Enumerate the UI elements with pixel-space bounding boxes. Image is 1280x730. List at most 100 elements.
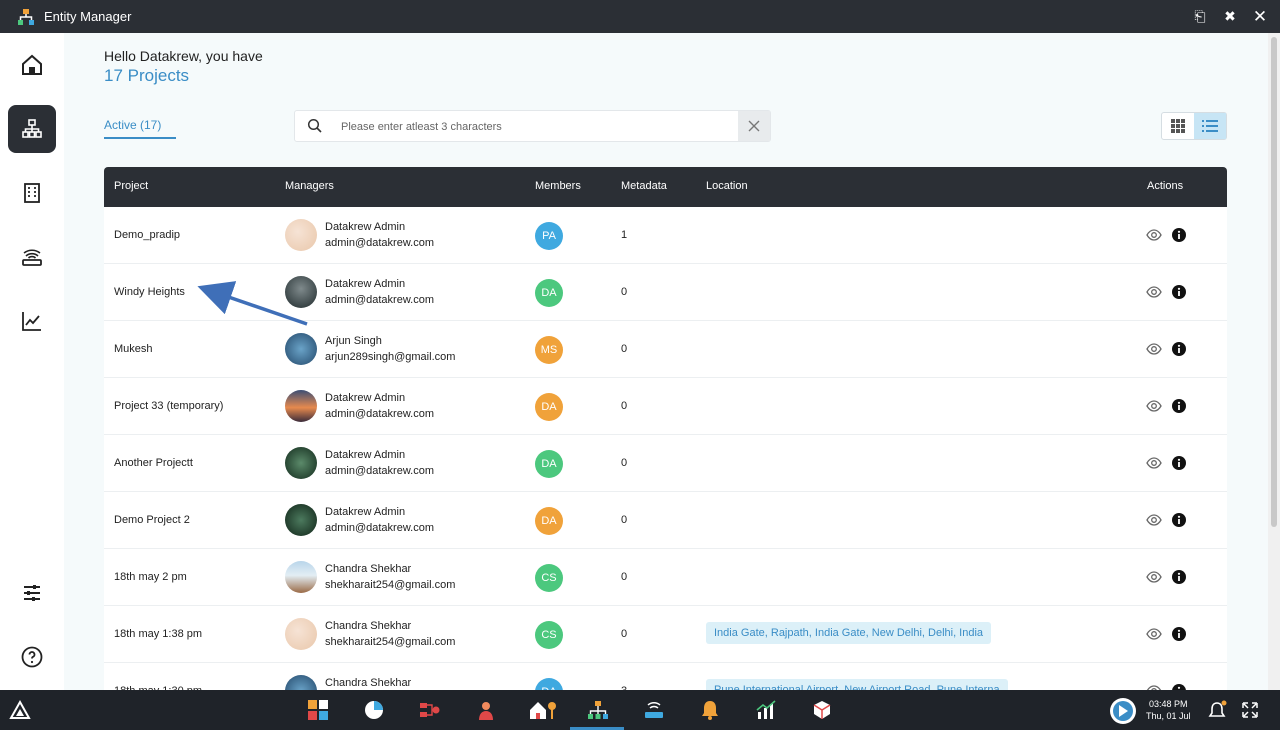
- col-managers[interactable]: Managers: [285, 180, 334, 192]
- info-icon[interactable]: [1172, 342, 1186, 356]
- info-icon[interactable]: [1172, 456, 1186, 470]
- manager-email: shekharait254@gmail.com: [325, 636, 456, 648]
- grid-view-button[interactable]: [1162, 113, 1194, 139]
- main-content: Hello Datakrew, you have 17 Projects Act…: [64, 33, 1268, 690]
- col-metadata[interactable]: Metadata: [621, 180, 667, 192]
- table-row[interactable]: Windy Heights Datakrew Admin admin@datak…: [104, 264, 1227, 321]
- project-name[interactable]: 18th may 1:38 pm: [114, 628, 202, 640]
- feedback-icon[interactable]: ⎗: [1192, 8, 1208, 25]
- avatar: [285, 276, 317, 308]
- dashboard-app-icon[interactable]: [307, 699, 329, 721]
- view-eye-icon[interactable]: [1146, 342, 1162, 356]
- settings-sliders-icon[interactable]: [8, 569, 56, 617]
- manager-name: Chandra Shekhar: [325, 620, 412, 632]
- member-badge[interactable]: PA: [535, 222, 563, 250]
- project-name[interactable]: Another Projectt: [114, 457, 193, 469]
- user-app-icon[interactable]: [475, 699, 497, 721]
- member-badge[interactable]: DA: [535, 279, 563, 307]
- info-icon[interactable]: [1172, 513, 1186, 527]
- col-project[interactable]: Project: [114, 180, 148, 192]
- entity-manager-app-icon[interactable]: [587, 699, 609, 721]
- table-row[interactable]: Demo_pradip Datakrew Admin admin@datakre…: [104, 207, 1227, 264]
- location-tag[interactable]: India Gate, Rajpath, India Gate, New Del…: [706, 622, 992, 644]
- project-name[interactable]: Demo_pradip: [114, 229, 180, 241]
- manager-name: Datakrew Admin: [325, 449, 406, 461]
- member-badge[interactable]: DA: [535, 507, 563, 535]
- taskbar-clock[interactable]: 03:48 PM Thu, 01 Jul: [1146, 698, 1191, 722]
- member-badge[interactable]: CS: [535, 621, 563, 649]
- window-title: Entity Manager: [44, 9, 132, 24]
- grid-icon: [1171, 119, 1185, 133]
- clock-time: 03:48 PM: [1149, 699, 1188, 709]
- project-name[interactable]: 18th may 2 pm: [114, 571, 187, 583]
- col-members[interactable]: Members: [535, 180, 581, 192]
- view-eye-icon[interactable]: [1146, 627, 1162, 641]
- avatar: [285, 675, 317, 690]
- project-name[interactable]: Mukesh: [114, 343, 153, 355]
- project-name[interactable]: Project 33 (temporary): [114, 400, 223, 412]
- help-icon[interactable]: [8, 633, 56, 681]
- table-row[interactable]: 18th may 1:30 pm Chandra Shekhar DA 3 Pu…: [104, 663, 1227, 690]
- cube-app-icon[interactable]: [811, 699, 833, 721]
- reports-app-icon[interactable]: [755, 699, 777, 721]
- alerts-app-icon[interactable]: [699, 699, 721, 721]
- view-eye-icon[interactable]: [1146, 513, 1162, 527]
- clear-search-button[interactable]: [738, 111, 770, 141]
- table-row[interactable]: Another Projectt Datakrew Admin admin@da…: [104, 435, 1227, 492]
- entity-manager-nav-icon[interactable]: [8, 105, 56, 153]
- project-count: 17 Projects: [104, 66, 190, 85]
- minimize-icon[interactable]: ✖: [1222, 8, 1238, 25]
- scrollbar-thumb[interactable]: [1271, 37, 1277, 527]
- view-eye-icon[interactable]: [1146, 228, 1162, 242]
- view-eye-icon[interactable]: [1146, 456, 1162, 470]
- table-row[interactable]: Project 33 (temporary) Datakrew Admin ad…: [104, 378, 1227, 435]
- project-name[interactable]: Windy Heights: [114, 286, 185, 298]
- taskbar: 03:48 PM Thu, 01 Jul: [0, 690, 1280, 730]
- table-row[interactable]: 18th may 1:38 pm Chandra Shekhar shekhar…: [104, 606, 1227, 663]
- pie-chart-app-icon[interactable]: [363, 699, 385, 721]
- fullscreen-icon[interactable]: [1241, 699, 1259, 721]
- location-tag[interactable]: Pune International Airport, New Airport …: [706, 679, 1008, 690]
- table-row[interactable]: Demo Project 2 Datakrew Admin admin@data…: [104, 492, 1227, 549]
- info-icon[interactable]: [1172, 285, 1186, 299]
- tab-active[interactable]: Active (17): [104, 118, 161, 132]
- member-badge[interactable]: DA: [535, 678, 563, 690]
- greeting-text: Hello Datakrew, you have: [104, 48, 263, 64]
- launcher-icon[interactable]: [9, 699, 31, 721]
- col-location[interactable]: Location: [706, 180, 748, 192]
- building-icon[interactable]: [8, 169, 56, 217]
- member-badge[interactable]: DA: [535, 393, 563, 421]
- table-row[interactable]: 18th may 2 pm Chandra Shekhar shekharait…: [104, 549, 1227, 606]
- view-eye-icon[interactable]: [1146, 285, 1162, 299]
- notification-bell-icon[interactable]: [1208, 699, 1228, 721]
- metadata-count: 1: [621, 229, 628, 241]
- home-key-app-icon[interactable]: [528, 699, 558, 721]
- info-icon[interactable]: [1172, 399, 1186, 413]
- assistant-icon[interactable]: [1108, 696, 1138, 726]
- avatar: [285, 219, 317, 251]
- info-icon[interactable]: [1172, 228, 1186, 242]
- search-input[interactable]: [341, 117, 721, 137]
- manager-email: admin@datakrew.com: [325, 522, 434, 534]
- projects-table: Project Managers Members Metadata Locati…: [104, 167, 1227, 690]
- avatar: [285, 561, 317, 593]
- analytics-icon[interactable]: [8, 297, 56, 345]
- home-icon[interactable]: [8, 41, 56, 89]
- router-app-icon[interactable]: [643, 699, 665, 721]
- list-view-button[interactable]: [1194, 113, 1226, 139]
- info-icon[interactable]: [1172, 570, 1186, 584]
- view-eye-icon[interactable]: [1146, 399, 1162, 413]
- scrollbar[interactable]: [1268, 33, 1280, 690]
- table-row[interactable]: Mukesh Arjun Singh arjun289singh@gmail.c…: [104, 321, 1227, 378]
- router-icon[interactable]: [8, 233, 56, 281]
- member-badge[interactable]: DA: [535, 450, 563, 478]
- project-name[interactable]: Demo Project 2: [114, 514, 190, 526]
- member-badge[interactable]: MS: [535, 336, 563, 364]
- view-eye-icon[interactable]: [1146, 570, 1162, 584]
- metadata-count: 0: [621, 400, 628, 412]
- close-icon[interactable]: ✕: [1252, 7, 1268, 27]
- info-icon[interactable]: [1172, 627, 1186, 641]
- member-badge[interactable]: CS: [535, 564, 563, 592]
- workflow-app-icon[interactable]: [419, 699, 441, 721]
- avatar: [285, 447, 317, 479]
